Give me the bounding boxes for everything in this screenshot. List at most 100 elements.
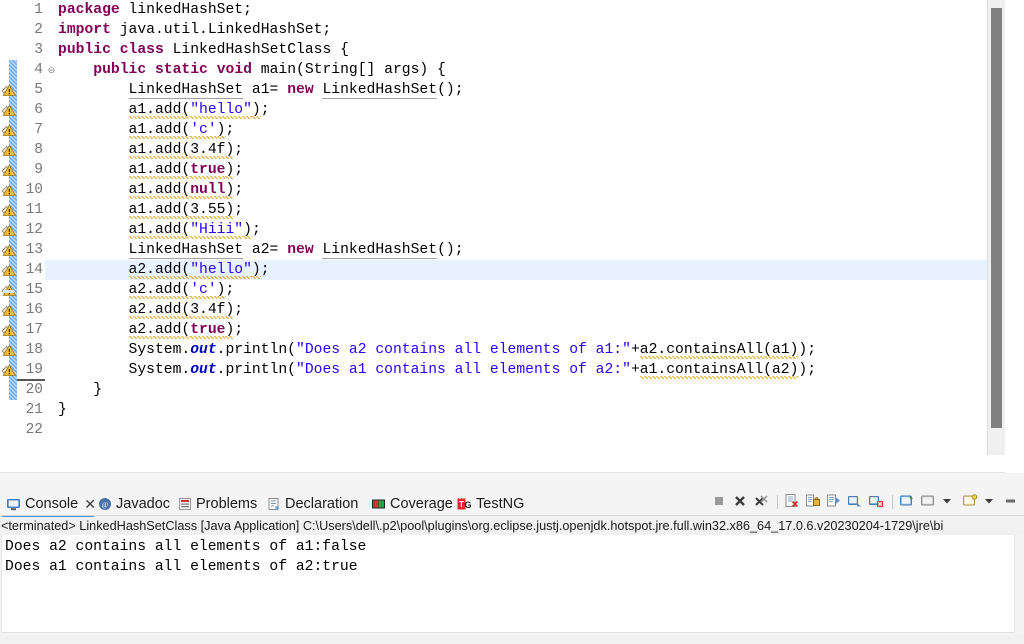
editor-code-line[interactable]: public class LinkedHashSetClass {	[58, 40, 349, 60]
console-tab-console[interactable]: Console ✕	[6, 492, 96, 516]
warning-marker-icon[interactable]	[1, 262, 17, 278]
console-tab-problems[interactable]: Problems	[178, 492, 257, 516]
warning-marker[interactable]	[1, 242, 17, 258]
svg-text:G: G	[464, 500, 471, 510]
code-token: )	[216, 282, 226, 299]
warning-marker-icon[interactable]	[1, 102, 17, 118]
minimize-button[interactable]	[1004, 493, 1022, 511]
editor-code-line[interactable]: a1.add("Hiii");	[58, 220, 261, 240]
warning-marker-icon[interactable]	[1, 162, 17, 178]
scroll-lock-button[interactable]	[805, 493, 823, 511]
terminate-button[interactable]	[711, 493, 729, 511]
code-token: )	[225, 182, 235, 199]
code-token: LinkedHashSetClass {	[163, 42, 349, 58]
remove-launch-button[interactable]	[732, 493, 750, 511]
editor-line-number: 18	[25, 342, 43, 358]
warning-marker[interactable]	[1, 82, 17, 98]
console-output-line: Does a2 contains all elements of a1:fals…	[5, 539, 367, 555]
remove-all-launches-button[interactable]	[753, 493, 771, 511]
console-tab-javadoc[interactable]: @ Javadoc	[98, 492, 170, 516]
console-tab-declaration[interactable]: Declaration	[267, 492, 358, 516]
code-token: out	[190, 362, 217, 378]
show-console-on-output-button[interactable]	[847, 493, 865, 511]
warning-marker-icon[interactable]	[1, 142, 17, 158]
editor-line-number: 15	[25, 282, 43, 298]
editor-code-line[interactable]: a2.add(true);	[58, 320, 243, 340]
editor-code-line[interactable]: a1.add(3.4f);	[58, 140, 243, 160]
editor-vertical-scrollbar[interactable]	[987, 0, 1005, 455]
editor-code-line[interactable]: }	[58, 380, 102, 400]
warning-marker-icon[interactable]	[1, 182, 17, 198]
editor-code-line[interactable]: a2.add('c');	[58, 280, 234, 300]
warning-marker-icon[interactable]	[1, 342, 17, 358]
tabbar-divider	[0, 515, 1024, 516]
editor-code-line[interactable]: System.out.println("Does a1 contains all…	[58, 360, 816, 380]
warning-marker-icon[interactable]	[1, 222, 17, 238]
warning-marker-icon[interactable]	[1, 82, 17, 98]
editor-code-line[interactable]: a1.add('c');	[58, 120, 234, 140]
code-token: a2.add(	[128, 322, 191, 339]
code-token: new	[287, 82, 314, 98]
code-token: ;	[234, 162, 244, 178]
code-token: )	[243, 222, 252, 239]
warning-marker[interactable]	[1, 362, 17, 378]
console-toolbar[interactable]	[711, 491, 1022, 513]
warning-marker[interactable]	[1, 322, 17, 338]
warning-marker[interactable]	[1, 102, 17, 118]
warning-marker-icon[interactable]	[1, 122, 17, 138]
editor-code-line[interactable]: a1.add("hello");	[58, 100, 270, 120]
warning-marker-icon[interactable]	[1, 202, 17, 218]
display-selected-console-menu[interactable]	[941, 493, 959, 511]
close-icon[interactable]: ✕	[84, 496, 96, 513]
editor-console-sash[interactable]	[0, 473, 1024, 490]
console-output-text[interactable]: Does a2 contains all elements of a1:fals…	[1, 535, 1015, 633]
warning-marker[interactable]	[1, 342, 17, 358]
warning-marker[interactable]	[1, 302, 17, 318]
editor-body[interactable]: 1 2 3 4 5 6 7 8 9 10 11 12 13 14 15 16 17 18 19 20 21 22 pack…	[0, 0, 1005, 455]
console-tab-testng[interactable]: T G TestNG	[457, 492, 524, 516]
java-editor[interactable]: 1 2 3 4 5 6 7 8 9 10 11 12 13 14 15 16 17 18 19 20 21 22 pack…	[0, 0, 1024, 490]
display-selected-console-button[interactable]	[920, 493, 938, 511]
editor-code-line[interactable]: package linkedHashSet;	[58, 0, 252, 20]
editor-code-line[interactable]: LinkedHashSet a1= new LinkedHashSet();	[58, 80, 464, 100]
warning-marker[interactable]	[1, 202, 17, 218]
warning-marker[interactable]	[1, 142, 17, 158]
code-token: true	[190, 322, 226, 339]
warning-marker-icon[interactable]	[1, 302, 17, 318]
warning-marker[interactable]	[1, 262, 17, 278]
editor-code-line[interactable]: a1.add(null);	[58, 180, 243, 200]
editor-vertical-scrollbar-thumb[interactable]	[991, 8, 1002, 428]
warning-marker[interactable]	[1, 122, 17, 138]
warning-marker[interactable]	[1, 222, 17, 238]
editor-marker-ruler[interactable]	[0, 0, 18, 455]
console-panel-bottom-edge	[0, 635, 1024, 644]
editor-code-line[interactable]: public static void main(String[] args) {	[58, 60, 446, 80]
editor-code-line[interactable]: a1.add(true);	[58, 160, 243, 180]
editor-code-line[interactable]: }	[58, 400, 67, 420]
show-console-on-error-button[interactable]	[868, 493, 886, 511]
clear-console-button[interactable]	[784, 493, 802, 511]
warning-marker-icon[interactable]	[1, 362, 17, 378]
editor-code-line[interactable]: a2.add("hello");	[58, 260, 270, 280]
warning-marker[interactable]	[1, 162, 17, 178]
editor-code-line[interactable]: System.out.println("Does a2 contains all…	[58, 340, 816, 360]
editor-code-line[interactable]: a2.add(3.4f);	[58, 300, 243, 320]
warning-marker-icon[interactable]	[1, 242, 17, 258]
code-token: a1=	[243, 82, 288, 98]
editor-code-line[interactable]: LinkedHashSet a2= new LinkedHashSet();	[58, 240, 464, 260]
pin-console-button[interactable]	[899, 493, 917, 511]
code-token: a2.add(	[128, 262, 191, 279]
word-wrap-button[interactable]	[826, 493, 844, 511]
editor-code-line[interactable]: import java.util.LinkedHashSet;	[58, 20, 331, 40]
open-console-button[interactable]	[962, 493, 980, 511]
editor-code-area[interactable]: package linkedHashSet; import java.util.L…	[58, 0, 1005, 455]
editor-code-line[interactable]: a1.add(3.55);	[58, 200, 243, 220]
open-console-menu[interactable]	[983, 493, 1001, 511]
console-tab-coverage[interactable]: Coverage	[371, 492, 453, 516]
code-fold-toggle-icon[interactable]: ⊖	[46, 60, 57, 80]
warning-marker-icon[interactable]	[1, 322, 17, 338]
warning-marker[interactable]	[1, 182, 17, 198]
